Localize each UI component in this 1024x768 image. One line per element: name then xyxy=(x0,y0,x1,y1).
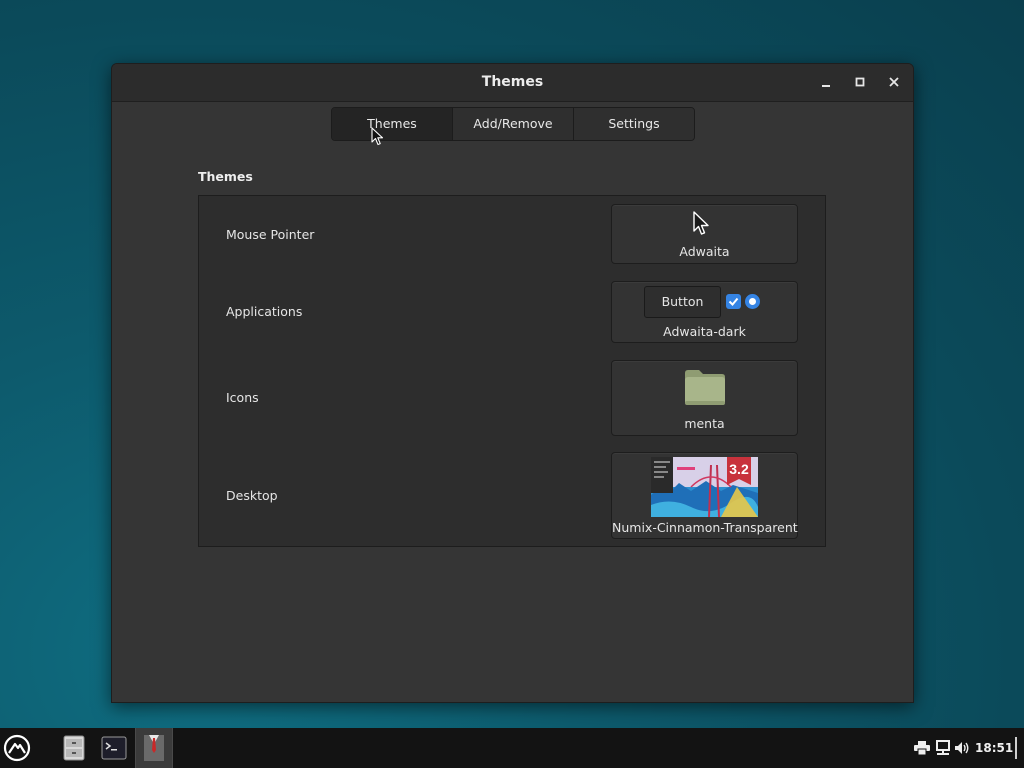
stack-switcher: Themes Add/Remove Settings xyxy=(331,107,695,141)
preview-radio xyxy=(745,294,760,309)
tab-settings[interactable]: Settings xyxy=(574,108,694,140)
icons-label: Icons xyxy=(226,390,259,405)
applications-chooser[interactable]: Button Adwaita-dark xyxy=(611,281,798,343)
taskbar: 18:51 xyxy=(0,728,1024,768)
folder-icon xyxy=(685,370,725,405)
start-menu-button[interactable] xyxy=(0,728,34,768)
desktop-theme-name: Numix-Cinnamon-Transparent xyxy=(612,520,798,535)
titlebar[interactable]: Themes xyxy=(112,64,913,102)
desktop-label: Desktop xyxy=(226,488,278,503)
icons-chooser[interactable]: menta xyxy=(611,360,798,436)
minimize-icon xyxy=(822,85,830,87)
applications-theme-name: Adwaita-dark xyxy=(663,324,746,339)
show-desktop-edge xyxy=(1015,737,1017,759)
desktop-chooser[interactable]: 3.2 Numix-Cinnamon-Transparent xyxy=(611,452,798,539)
volume-tray[interactable] xyxy=(953,728,971,768)
maximize-icon xyxy=(855,77,865,87)
section-title: Themes xyxy=(198,169,253,184)
preview-badge-text: 3.2 xyxy=(729,461,749,477)
network-tray[interactable] xyxy=(934,728,952,768)
network-icon xyxy=(936,740,950,755)
menu-icon xyxy=(3,734,31,762)
mouse-pointer-theme-name: Adwaita xyxy=(679,244,730,259)
minimize-button[interactable] xyxy=(814,70,838,94)
printer-tray[interactable] xyxy=(913,728,931,768)
tab-add-remove[interactable]: Add/Remove xyxy=(453,108,574,140)
desktop-theme-preview: 3.2 xyxy=(651,457,758,517)
close-icon xyxy=(889,77,899,87)
printer-icon xyxy=(914,741,930,755)
mouse-pointer-label: Mouse Pointer xyxy=(226,227,315,242)
icons-theme-name: menta xyxy=(684,416,725,431)
file-manager-icon xyxy=(63,735,85,761)
show-desktop-button[interactable] xyxy=(1012,728,1020,768)
window-title: Themes xyxy=(481,74,544,90)
themes-app-icon xyxy=(144,735,164,761)
mouse-pointer-chooser[interactable]: Adwaita xyxy=(611,204,798,264)
terminal-launcher[interactable] xyxy=(99,728,129,768)
file-manager-launcher[interactable] xyxy=(60,728,88,768)
close-button[interactable] xyxy=(882,70,906,94)
themes-list-frame: Mouse Pointer Adwaita Applications Butto… xyxy=(198,195,826,547)
preview-button: Button xyxy=(644,286,721,318)
checkmark-icon xyxy=(728,297,739,306)
terminal-icon xyxy=(101,736,127,760)
pointer-preview-icon xyxy=(693,211,709,235)
tab-themes[interactable]: Themes xyxy=(332,108,453,140)
themes-app-taskbar-item[interactable] xyxy=(135,728,173,768)
preview-checkbox xyxy=(726,294,741,309)
maximize-button[interactable] xyxy=(848,70,872,94)
applications-label: Applications xyxy=(226,304,303,319)
clock[interactable]: 18:51 xyxy=(975,728,1013,768)
volume-icon xyxy=(955,742,969,754)
themes-window: Themes Themes Add/Remove Settings Themes… xyxy=(111,63,914,703)
